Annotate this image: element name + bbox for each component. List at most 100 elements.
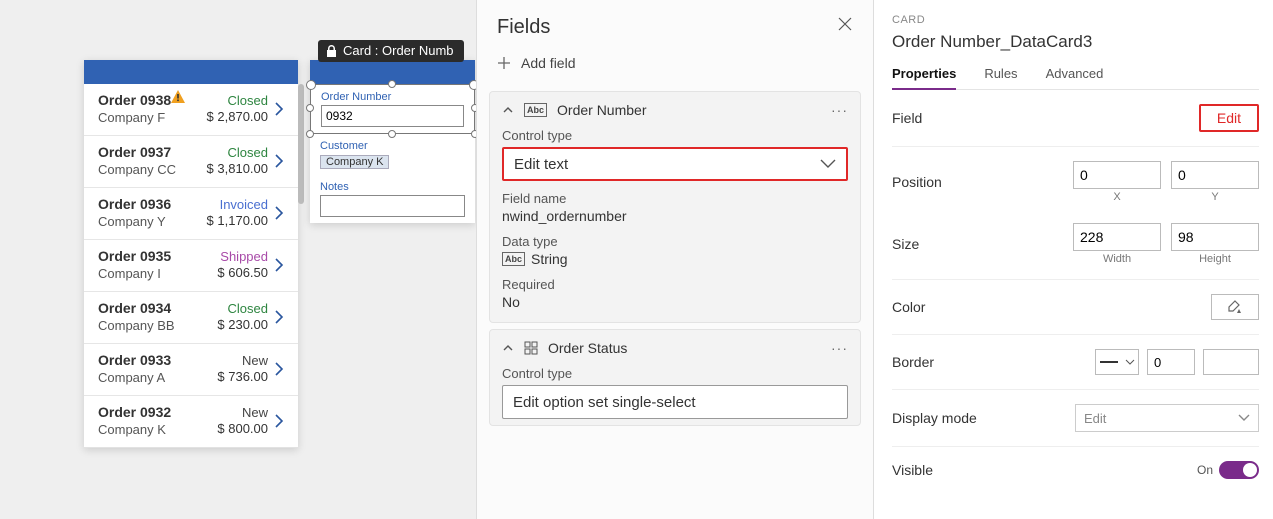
size-label: Size — [892, 236, 919, 252]
optionset-icon — [524, 341, 538, 355]
display-mode-dropdown[interactable]: Edit — [1075, 404, 1259, 432]
list-item[interactable]: Order 0932Company KNew$ 800.00 — [84, 396, 298, 447]
order-title: Order 0937 — [98, 144, 171, 160]
order-price: $ 736.00 — [217, 369, 268, 384]
order-title: Order 0935 — [98, 248, 171, 264]
order-title: Order 0936 — [98, 196, 171, 212]
order-price: $ 3,810.00 — [207, 161, 268, 176]
border-style-dropdown[interactable] — [1095, 349, 1139, 375]
color-picker-button[interactable] — [1211, 294, 1259, 320]
chevron-right-icon — [270, 257, 288, 273]
properties-panel: CARD Order Number_DataCard3 Properties R… — [874, 0, 1273, 519]
list-item[interactable]: Order 0936 Company YInvoiced$ 1,170.00 — [84, 188, 298, 240]
list-scrollbar[interactable] — [298, 84, 304, 204]
height-label: Height — [1199, 253, 1231, 265]
company-name: Company F — [98, 110, 194, 125]
abc-icon: Abc — [502, 252, 525, 266]
order-price: $ 1,170.00 — [207, 213, 268, 228]
plus-icon — [497, 56, 511, 70]
chevron-right-icon — [270, 309, 288, 325]
field-prop-label: Field — [892, 110, 922, 126]
color-label: Color — [892, 299, 925, 315]
field-card-order-number: Abc Order Number ··· Control type Edit t… — [489, 91, 861, 323]
company-name: Company CC — [98, 162, 194, 177]
position-x-input[interactable] — [1073, 161, 1161, 189]
fields-panel-title: Fields — [497, 16, 550, 39]
data-type-label: Data type — [502, 234, 848, 249]
position-y-input[interactable] — [1171, 161, 1259, 189]
customer-card[interactable]: Customer Company K — [310, 134, 475, 175]
chevron-right-icon — [270, 205, 288, 221]
orders-list: Order 0938Company FClosed$ 2,870.00Order… — [84, 60, 298, 448]
required-value: No — [502, 294, 848, 310]
warning-icon — [171, 90, 185, 103]
props-tabs: Properties Rules Advanced — [892, 66, 1259, 90]
order-number-label: Order Number — [321, 91, 464, 103]
status-badge: Invoiced — [194, 197, 268, 212]
fields-panel: Fields Add field Abc Order Number ··· Co… — [476, 0, 874, 519]
list-item[interactable]: Order 0934Company BBClosed$ 230.00 — [84, 292, 298, 344]
collapse-icon[interactable] — [502, 342, 514, 354]
list-item[interactable]: Order 0933Company ANew$ 736.00 — [84, 344, 298, 396]
tab-rules[interactable]: Rules — [984, 66, 1017, 89]
tooltip-text: Card : Order Numb — [343, 43, 454, 58]
control-type-value: Edit option set single-select — [513, 394, 696, 411]
notes-card[interactable]: Notes — [310, 175, 475, 223]
chevron-right-icon — [270, 101, 288, 117]
list-item[interactable]: Order 0935 Company IShipped$ 606.50 — [84, 240, 298, 292]
width-label: Width — [1103, 253, 1131, 265]
visible-on-label: On — [1197, 463, 1213, 477]
control-type-value: Edit text — [514, 156, 568, 173]
add-field-button[interactable]: Add field — [477, 47, 873, 85]
order-price: $ 2,870.00 — [207, 109, 268, 124]
field-card-menu-icon[interactable]: ··· — [831, 340, 848, 356]
field-name-label: Field name — [502, 191, 848, 206]
status-badge: Closed — [194, 93, 268, 108]
list-item[interactable]: Order 0937 Company CCClosed$ 3,810.00 — [84, 136, 298, 188]
notes-label: Notes — [320, 181, 465, 193]
company-name: Company Y — [98, 214, 194, 229]
field-name-value: nwind_ordernumber — [502, 208, 848, 224]
close-icon[interactable] — [837, 16, 853, 39]
border-label: Border — [892, 354, 934, 370]
order-number-input[interactable] — [321, 105, 464, 127]
company-name: Company K — [98, 422, 194, 437]
list-item[interactable]: Order 0938Company FClosed$ 2,870.00 — [84, 84, 298, 136]
customer-label: Customer — [320, 140, 465, 152]
customer-value: Company K — [320, 155, 389, 169]
company-name: Company I — [98, 266, 194, 281]
list-header-bar — [84, 60, 298, 84]
chevron-right-icon — [270, 153, 288, 169]
control-type-dropdown[interactable]: Edit text — [502, 147, 848, 181]
data-type-value: String — [531, 251, 568, 267]
card-name: Order Number_DataCard3 — [892, 32, 1259, 52]
y-label: Y — [1211, 191, 1218, 203]
field-card-title: Order Number — [557, 102, 646, 118]
chevron-right-icon — [270, 361, 288, 377]
order-title: Order 0933 — [98, 352, 171, 368]
card-tooltip: Card : Order Numb — [318, 40, 464, 62]
company-name: Company BB — [98, 318, 194, 333]
order-price: $ 800.00 — [217, 421, 268, 436]
collapse-icon[interactable] — [502, 104, 514, 116]
field-card-menu-icon[interactable]: ··· — [831, 102, 848, 118]
edit-field-button[interactable]: Edit — [1199, 104, 1259, 132]
border-color-swatch[interactable] — [1203, 349, 1259, 375]
visible-label: Visible — [892, 462, 933, 478]
tab-advanced[interactable]: Advanced — [1046, 66, 1104, 89]
width-input[interactable] — [1073, 223, 1161, 251]
height-input[interactable] — [1171, 223, 1259, 251]
tab-properties[interactable]: Properties — [892, 66, 956, 89]
status-badge: Closed — [194, 145, 268, 160]
status-badge: Shipped — [194, 249, 268, 264]
x-label: X — [1113, 191, 1120, 203]
visible-toggle[interactable] — [1219, 461, 1259, 479]
border-width-input[interactable] — [1147, 349, 1195, 375]
control-type-dropdown[interactable]: Edit option set single-select — [502, 385, 848, 419]
order-number-card[interactable]: Order Number — [310, 84, 475, 134]
add-field-label: Add field — [521, 55, 575, 71]
notes-input[interactable] — [320, 195, 465, 217]
order-price: $ 230.00 — [217, 317, 268, 332]
status-badge: Closed — [194, 301, 268, 316]
order-price: $ 606.50 — [217, 265, 268, 280]
